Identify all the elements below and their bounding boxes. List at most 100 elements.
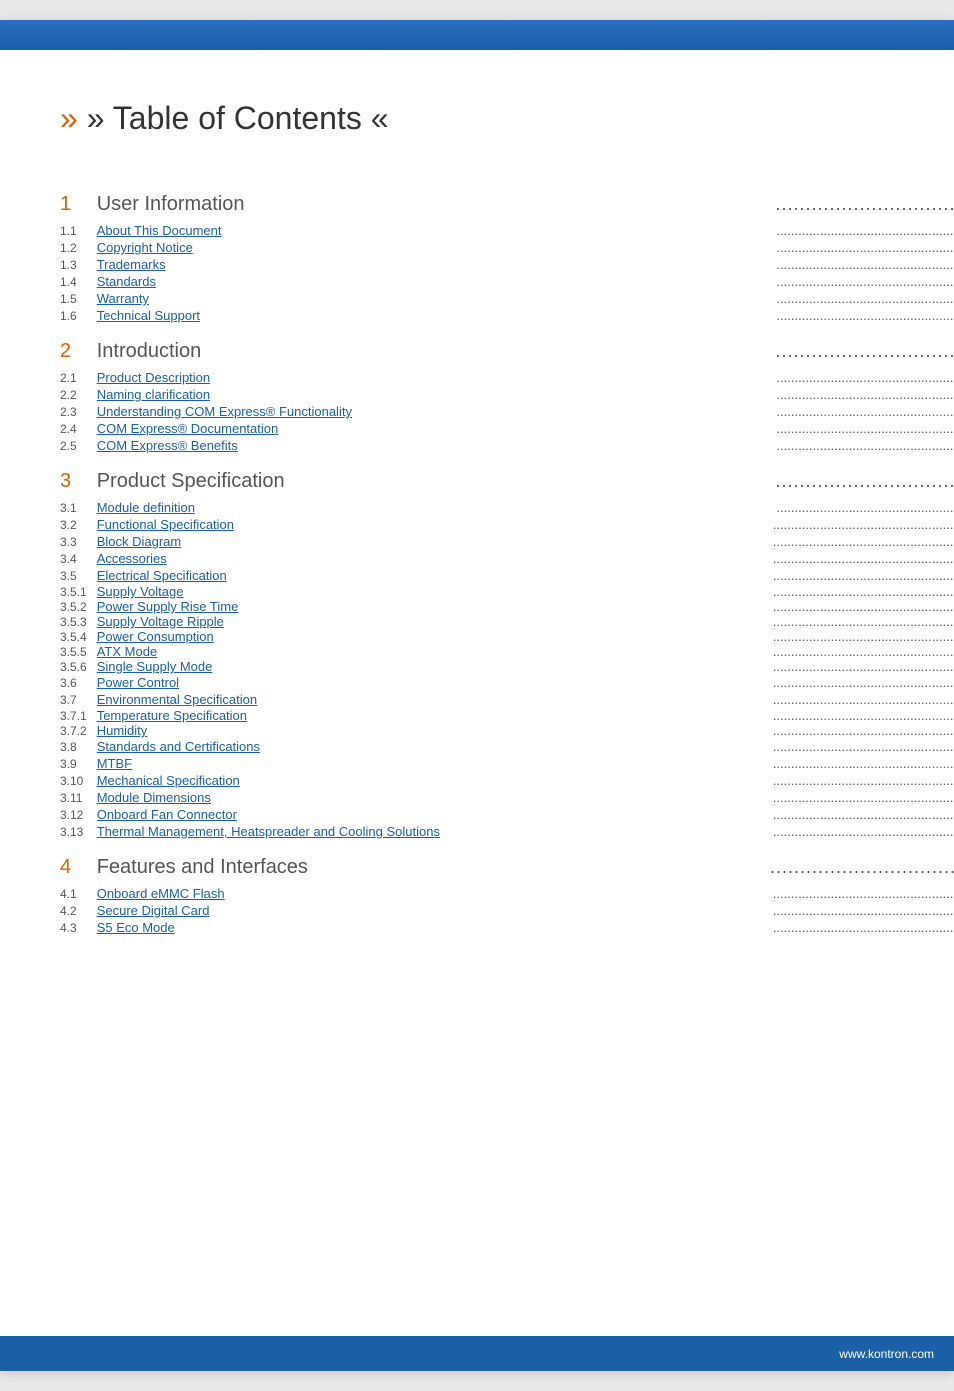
subsubsection-content[interactable]: Power Consumption.......................… <box>97 629 954 644</box>
subsection-link[interactable]: Warranty <box>97 291 775 306</box>
subsection-content[interactable]: Warranty................................… <box>97 290 954 307</box>
section-content[interactable]: Introduction............................… <box>97 324 954 369</box>
subsection-content[interactable]: COM Express® Documentation..............… <box>97 420 954 437</box>
subsection-link[interactable]: Module Dimensions <box>97 790 771 805</box>
subsubsection-link[interactable]: Power Supply Rise Time <box>97 599 771 614</box>
subsection-content[interactable]: Environmental Specification.............… <box>97 691 954 708</box>
subsection-dots: ........................................… <box>774 404 954 419</box>
subsection-link[interactable]: Functional Specification <box>97 517 771 532</box>
subsection-content[interactable]: COM Express® Benefits...................… <box>97 437 954 454</box>
section-number: 2 <box>60 324 97 369</box>
subsection-link[interactable]: MTBF <box>97 756 771 771</box>
subsection-number: 3.2 <box>60 516 97 533</box>
subsection-content[interactable]: Mechanical Specification................… <box>97 772 954 789</box>
toc-row-sub: 3.12Onboard Fan Connector...............… <box>60 806 954 823</box>
toc-row-sub: 3.9MTBF.................................… <box>60 755 954 772</box>
subsection-link[interactable]: Accessories <box>97 551 771 566</box>
toc-row-sub: 4.1Onboard eMMC Flash...................… <box>60 885 954 902</box>
subsection-content[interactable]: Module Dimensions.......................… <box>97 789 954 806</box>
subsection-dots: ........................................… <box>771 773 954 788</box>
subsection-link[interactable]: Environmental Specification <box>97 692 771 707</box>
subsubsection-link[interactable]: Humidity <box>97 723 771 738</box>
subsection-content[interactable]: Onboard Fan Connector...................… <box>97 806 954 823</box>
subsubsection-content[interactable]: Supply Voltage..........................… <box>97 584 954 599</box>
subsection-link[interactable]: Technical Support <box>97 308 775 323</box>
subsubsection-content[interactable]: Humidity................................… <box>97 723 954 738</box>
subsection-link[interactable]: Standards and Certifications <box>97 739 771 754</box>
toc-row-sub: 3.13Thermal Management, Heatspreader and… <box>60 823 954 840</box>
toc-row-sub: 1.2Copyright Notice.....................… <box>60 239 954 256</box>
subsection-dots: ........................................… <box>774 421 954 436</box>
toc-row-subsub: 3.5.6Single Supply Mode.................… <box>60 659 954 674</box>
subsubsection-link[interactable]: Supply Voltage <box>97 584 771 599</box>
subsubsection-dots: ........................................… <box>771 644 954 659</box>
subsubsection-content[interactable]: Supply Voltage Ripple...................… <box>97 614 954 629</box>
subsection-content[interactable]: Module definition.......................… <box>97 499 954 516</box>
section-link-major[interactable]: Introduction <box>97 340 772 363</box>
subsubsection-dots: ........................................… <box>771 614 954 629</box>
subsection-link[interactable]: Power Control <box>97 675 771 690</box>
subsection-link[interactable]: Module definition <box>97 500 775 515</box>
subsection-link[interactable]: Naming clarification <box>97 387 775 402</box>
subsubsection-content[interactable]: Power Supply Rise Time..................… <box>97 599 954 614</box>
subsection-number: 3.1 <box>60 499 97 516</box>
subsection-content[interactable]: Technical Support.......................… <box>97 307 954 324</box>
subsection-content[interactable]: Electrical Specification................… <box>97 567 954 584</box>
section-number: 1 <box>60 177 97 222</box>
subsection-content[interactable]: Functional Specification................… <box>97 516 954 533</box>
subsection-link[interactable]: Product Description <box>97 370 775 385</box>
subsubsection-link[interactable]: Temperature Specification <box>97 708 771 723</box>
subsection-link[interactable]: Onboard Fan Connector <box>97 807 771 822</box>
subsection-link[interactable]: Mechanical Specification <box>97 773 771 788</box>
subsection-link[interactable]: Understanding COM Express® Functionality <box>97 404 775 419</box>
subsection-content[interactable]: Power Control...........................… <box>97 674 954 691</box>
section-content[interactable]: Product Specification...................… <box>97 454 954 499</box>
subsection-link[interactable]: S5 Eco Mode <box>97 920 771 935</box>
subsubsection-number: 3.5.1 <box>60 584 97 599</box>
subsection-content[interactable]: S5 Eco Mode.............................… <box>97 919 954 936</box>
section-link-major[interactable]: Features and Interfaces <box>97 856 766 879</box>
section-link-major[interactable]: User Information <box>97 193 772 216</box>
subsubsection-content[interactable]: Temperature Specification...............… <box>97 708 954 723</box>
toc-row-sub: 2.3Understanding COM Express® Functional… <box>60 403 954 420</box>
subsection-number: 1.1 <box>60 222 97 239</box>
toc-row-major: 4Features and Interfaces................… <box>60 840 954 885</box>
subsection-dots: ........................................… <box>771 551 954 566</box>
subsection-content[interactable]: About This Document.....................… <box>97 222 954 239</box>
subsection-link[interactable]: Onboard eMMC Flash <box>97 886 771 901</box>
subsection-content[interactable]: Product Description.....................… <box>97 369 954 386</box>
subsection-content[interactable]: Thermal Management, Heatspreader and Coo… <box>97 823 954 840</box>
subsubsection-content[interactable]: Single Supply Mode......................… <box>97 659 954 674</box>
subsection-content[interactable]: Standards and Certifications............… <box>97 738 954 755</box>
subsection-content[interactable]: Onboard eMMC Flash......................… <box>97 885 954 902</box>
subsection-link[interactable]: Trademarks <box>97 257 775 272</box>
subsection-link[interactable]: Copyright Notice <box>97 240 775 255</box>
subsection-link[interactable]: Block Diagram <box>97 534 771 549</box>
subsection-link[interactable]: About This Document <box>97 223 775 238</box>
subsection-link[interactable]: Secure Digital Card <box>97 903 771 918</box>
subsection-link[interactable]: Standards <box>97 274 775 289</box>
section-link-major[interactable]: Product Specification <box>97 470 772 493</box>
subsection-content[interactable]: Naming clarification....................… <box>97 386 954 403</box>
section-content[interactable]: Features and Interfaces.................… <box>97 840 954 885</box>
subsection-content[interactable]: MTBF....................................… <box>97 755 954 772</box>
subsection-content[interactable]: Accessories.............................… <box>97 550 954 567</box>
subsection-content[interactable]: Trademarks..............................… <box>97 256 954 273</box>
subsubsection-link[interactable]: ATX Mode <box>97 644 771 659</box>
subsection-link[interactable]: COM Express® Documentation <box>97 421 775 436</box>
subsection-link[interactable]: Thermal Management, Heatspreader and Coo… <box>97 824 771 839</box>
subsubsection-link[interactable]: Power Consumption <box>97 629 771 644</box>
toc-row-subsub: 3.5.3Supply Voltage Ripple..............… <box>60 614 954 629</box>
subsection-content[interactable]: Copyright Notice........................… <box>97 239 954 256</box>
subsubsection-link[interactable]: Supply Voltage Ripple <box>97 614 771 629</box>
subsection-link[interactable]: COM Express® Benefits <box>97 438 775 453</box>
subsection-content[interactable]: Understanding COM Express® Functionality… <box>97 403 954 420</box>
subsubsection-link[interactable]: Single Supply Mode <box>97 659 771 674</box>
section-content[interactable]: User Information........................… <box>97 177 954 222</box>
subsection-content[interactable]: Secure Digital Card.....................… <box>97 902 954 919</box>
subsubsection-content[interactable]: ATX Mode................................… <box>97 644 954 659</box>
subsection-dots: ........................................… <box>771 568 954 583</box>
subsection-content[interactable]: Standards...............................… <box>97 273 954 290</box>
subsection-link[interactable]: Electrical Specification <box>97 568 771 583</box>
subsection-content[interactable]: Block Diagram...........................… <box>97 533 954 550</box>
